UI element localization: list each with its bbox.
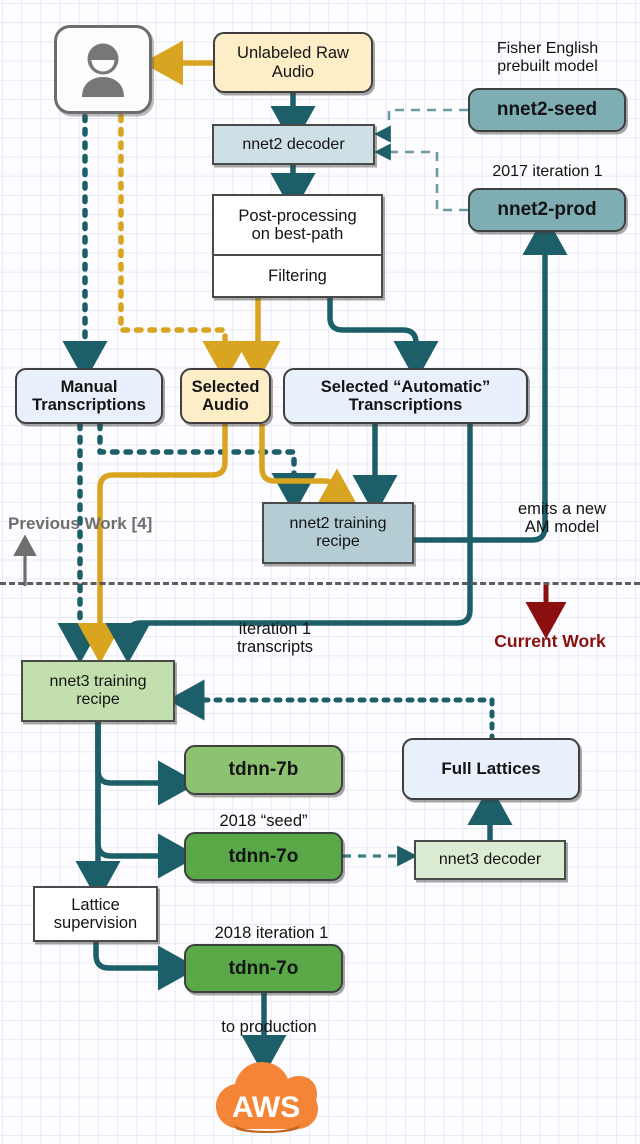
node-label: Post-processing on best-path: [238, 206, 357, 243]
node-filtering[interactable]: Filtering: [212, 255, 383, 298]
user-avatar-box: [54, 25, 152, 114]
caption-2018-seed: 2018 “seed”: [219, 812, 308, 830]
user-avatar-icon: [82, 43, 124, 97]
node-label: nnet2-seed: [496, 99, 598, 121]
previous-current-work-divider: [0, 582, 640, 585]
node-label: Full Lattices: [441, 759, 541, 779]
node-label: nnet2 training recipe: [289, 515, 387, 550]
node-label: nnet3 training recipe: [49, 673, 147, 708]
node-label: Unlabeled Raw Audio: [237, 44, 349, 81]
node-label: Selected “Automatic” Transcriptions: [320, 377, 491, 414]
node-selected-automatic-transcriptions[interactable]: Selected “Automatic” Transcriptions: [283, 368, 528, 424]
node-tdnn-7o-seed[interactable]: tdnn-7o: [184, 832, 343, 881]
caption-current-work: Current Work: [494, 631, 606, 651]
node-label: nnet2-prod: [497, 199, 597, 221]
caption-fisher-english: Fisher English prebuilt model: [496, 40, 599, 75]
aws-label: AWS: [232, 1091, 300, 1124]
aws-cloud-icon: AWS: [216, 1062, 318, 1133]
node-nnet3-decoder[interactable]: nnet3 decoder: [414, 840, 566, 880]
node-label: Selected Audio: [191, 377, 260, 414]
node-nnet2-training-recipe[interactable]: nnet2 training recipe: [262, 502, 414, 564]
caption-iteration1-transcripts: iteration 1 transcripts: [236, 620, 314, 657]
caption-2017-iteration-1: 2017 iteration 1: [492, 163, 603, 180]
node-label: Lattice supervision: [53, 895, 138, 932]
node-manual-transcriptions[interactable]: Manual Transcriptions: [15, 368, 163, 424]
caption-2018-iteration-1: 2018 iteration 1: [214, 924, 329, 942]
node-nnet2-seed[interactable]: nnet2-seed: [468, 88, 626, 132]
node-label: tdnn-7b: [228, 759, 299, 781]
node-tdnn-7o-iteration1[interactable]: tdnn-7o: [184, 944, 343, 993]
node-nnet2-decoder[interactable]: nnet2 decoder: [212, 124, 375, 165]
node-lattice-supervision[interactable]: Lattice supervision: [33, 886, 158, 942]
node-label: nnet3 decoder: [438, 851, 542, 869]
node-label: Filtering: [268, 266, 327, 285]
node-tdnn-7b[interactable]: tdnn-7b: [184, 745, 343, 795]
node-unlabeled-raw-audio[interactable]: Unlabeled Raw Audio: [213, 32, 373, 93]
node-selected-audio[interactable]: Selected Audio: [180, 368, 271, 424]
node-label: tdnn-7o: [228, 957, 299, 979]
node-nnet2-prod[interactable]: nnet2-prod: [468, 188, 626, 232]
node-aws-cloud[interactable]: AWS: [212, 1055, 320, 1133]
node-label: Manual Transcriptions: [32, 377, 146, 414]
diagram-canvas: Unlabeled Raw Audio nnet2 decoder Post-pr…: [0, 0, 640, 1144]
node-full-lattices[interactable]: Full Lattices: [402, 738, 580, 800]
node-label: tdnn-7o: [228, 845, 299, 867]
caption-to-production: to production: [221, 1018, 317, 1036]
node-label: nnet2 decoder: [242, 135, 345, 153]
caption-emits-new-am-model: emits a new AM model: [517, 500, 607, 537]
node-post-processing[interactable]: Post-processing on best-path: [212, 194, 383, 255]
node-nnet3-training-recipe[interactable]: nnet3 training recipe: [21, 660, 175, 722]
caption-previous-work: Previous Work [4]: [8, 514, 153, 533]
